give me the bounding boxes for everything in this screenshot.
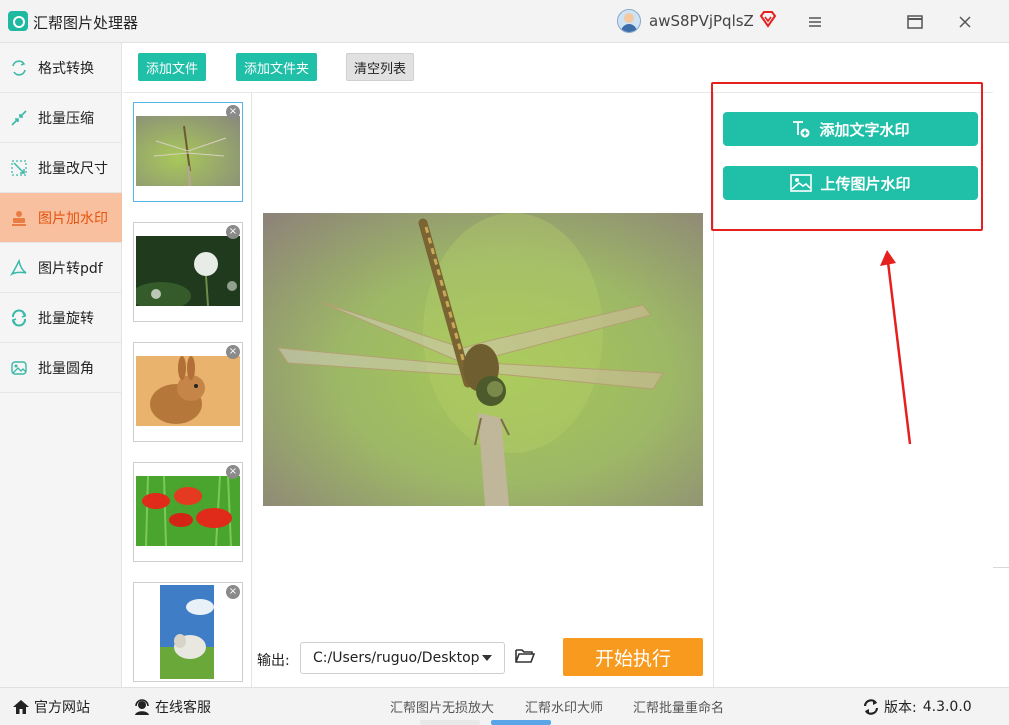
remove-thumbnail-button[interactable]: ×: [226, 465, 240, 479]
remove-thumbnail-button[interactable]: ×: [226, 585, 240, 599]
official-site-link[interactable]: 官方网站: [12, 697, 90, 717]
start-button[interactable]: 开始执行: [563, 638, 703, 676]
thumbnail-image: [136, 116, 240, 186]
customer-service-icon: [135, 699, 149, 715]
title-bar: 汇帮图片处理器 awS8PVjPqlsZ: [0, 0, 1009, 43]
clear-list-button[interactable]: 清空列表: [346, 53, 414, 81]
add-folder-button[interactable]: 添加文件夹: [236, 53, 317, 81]
link-watermark-master[interactable]: 汇帮水印大师: [525, 697, 603, 716]
sidebar-item-watermark[interactable]: 图片加水印: [0, 193, 122, 243]
thumbnail-dragonfly[interactable]: ×: [133, 102, 243, 202]
close-button[interactable]: [950, 8, 980, 36]
preview-image: [263, 213, 703, 506]
round-corner-icon: [9, 358, 29, 378]
rotate-icon: [9, 308, 29, 328]
app-title: 汇帮图片处理器: [33, 14, 139, 32]
watermark-icon: [9, 208, 29, 228]
remove-thumbnail-button[interactable]: ×: [226, 105, 240, 119]
compress-icon: [9, 108, 29, 128]
remove-thumbnail-button[interactable]: ×: [226, 225, 240, 239]
app-logo-icon: [8, 11, 28, 31]
divider: [993, 567, 1009, 568]
version-value: 4.3.0.0: [922, 699, 972, 715]
chevron-down-icon: [482, 655, 492, 661]
remove-thumbnail-button[interactable]: ×: [226, 345, 240, 359]
menu-button[interactable]: [800, 8, 830, 36]
avatar[interactable]: [617, 9, 641, 33]
refresh-icon: [863, 699, 879, 715]
thumbnail-image: [136, 236, 240, 306]
online-service-link[interactable]: 在线客服: [133, 697, 211, 717]
sidebar-item-label: 批量改尺寸: [38, 160, 108, 177]
sidebar-item-resize[interactable]: 批量改尺寸: [0, 143, 122, 193]
folder-icon[interactable]: [514, 647, 536, 665]
resize-icon: [9, 158, 29, 178]
divider: [491, 720, 551, 725]
thumbnail-image: [160, 585, 214, 679]
sidebar-item-round-corner[interactable]: 批量圆角: [0, 343, 122, 393]
sidebar-item-label: 批量压缩: [38, 110, 94, 127]
vip-diamond-icon[interactable]: [759, 10, 777, 28]
sidebar-item-label: 格式转换: [38, 60, 94, 77]
sidebar: 格式转换 批量压缩 批量改尺寸 图片加水印 图片转pdf 批量旋转 批量圆角: [0, 43, 122, 687]
thumbnail-dandelion[interactable]: ×: [133, 222, 243, 322]
official-site-label: 官方网站: [34, 700, 90, 716]
output-path-select[interactable]: C:/Users/ruguo/Desktop: [300, 642, 505, 674]
sidebar-item-label: 批量圆角: [38, 360, 94, 377]
online-service-label: 在线客服: [155, 700, 211, 716]
maximize-button[interactable]: [900, 8, 930, 36]
output-path-value: C:/Users/ruguo/Desktop: [313, 650, 480, 666]
annotation-arrow-icon: [880, 250, 912, 445]
link-lossless-enlarge[interactable]: 汇帮图片无损放大: [390, 697, 494, 716]
sidebar-item-label: 图片转pdf: [38, 260, 103, 277]
divider: [420, 720, 480, 725]
username[interactable]: awS8PVjPqlsZ: [649, 12, 754, 30]
maximize-icon: [907, 15, 923, 29]
hamburger-icon: [809, 17, 821, 27]
thumbnail-image: [136, 356, 240, 426]
link-batch-rename[interactable]: 汇帮批量重命名: [633, 697, 724, 716]
thumbnail-poppies[interactable]: ×: [133, 462, 243, 562]
sidebar-item-compress[interactable]: 批量压缩: [0, 93, 122, 143]
sidebar-item-label: 批量旋转: [38, 310, 94, 327]
add-file-button[interactable]: 添加文件: [138, 53, 206, 81]
sidebar-item-pdf[interactable]: 图片转pdf: [0, 243, 122, 293]
thumbnail-sheep[interactable]: ×: [133, 582, 243, 682]
version-label: 版本:: [884, 700, 917, 716]
close-icon: [959, 16, 971, 28]
sidebar-item-format-convert[interactable]: 格式转换: [0, 43, 122, 93]
sidebar-item-label: 图片加水印: [38, 210, 108, 227]
format-convert-icon: [9, 58, 29, 78]
pdf-icon: [9, 258, 29, 278]
output-label: 输出:: [257, 653, 290, 669]
thumbnail-rabbit[interactable]: ×: [133, 342, 243, 442]
thumbnail-image: [136, 476, 240, 546]
version-info[interactable]: 版本: 4.3.0.0: [862, 697, 972, 717]
highlight-box: [711, 82, 983, 231]
home-icon: [13, 700, 29, 714]
sidebar-item-rotate[interactable]: 批量旋转: [0, 293, 122, 343]
